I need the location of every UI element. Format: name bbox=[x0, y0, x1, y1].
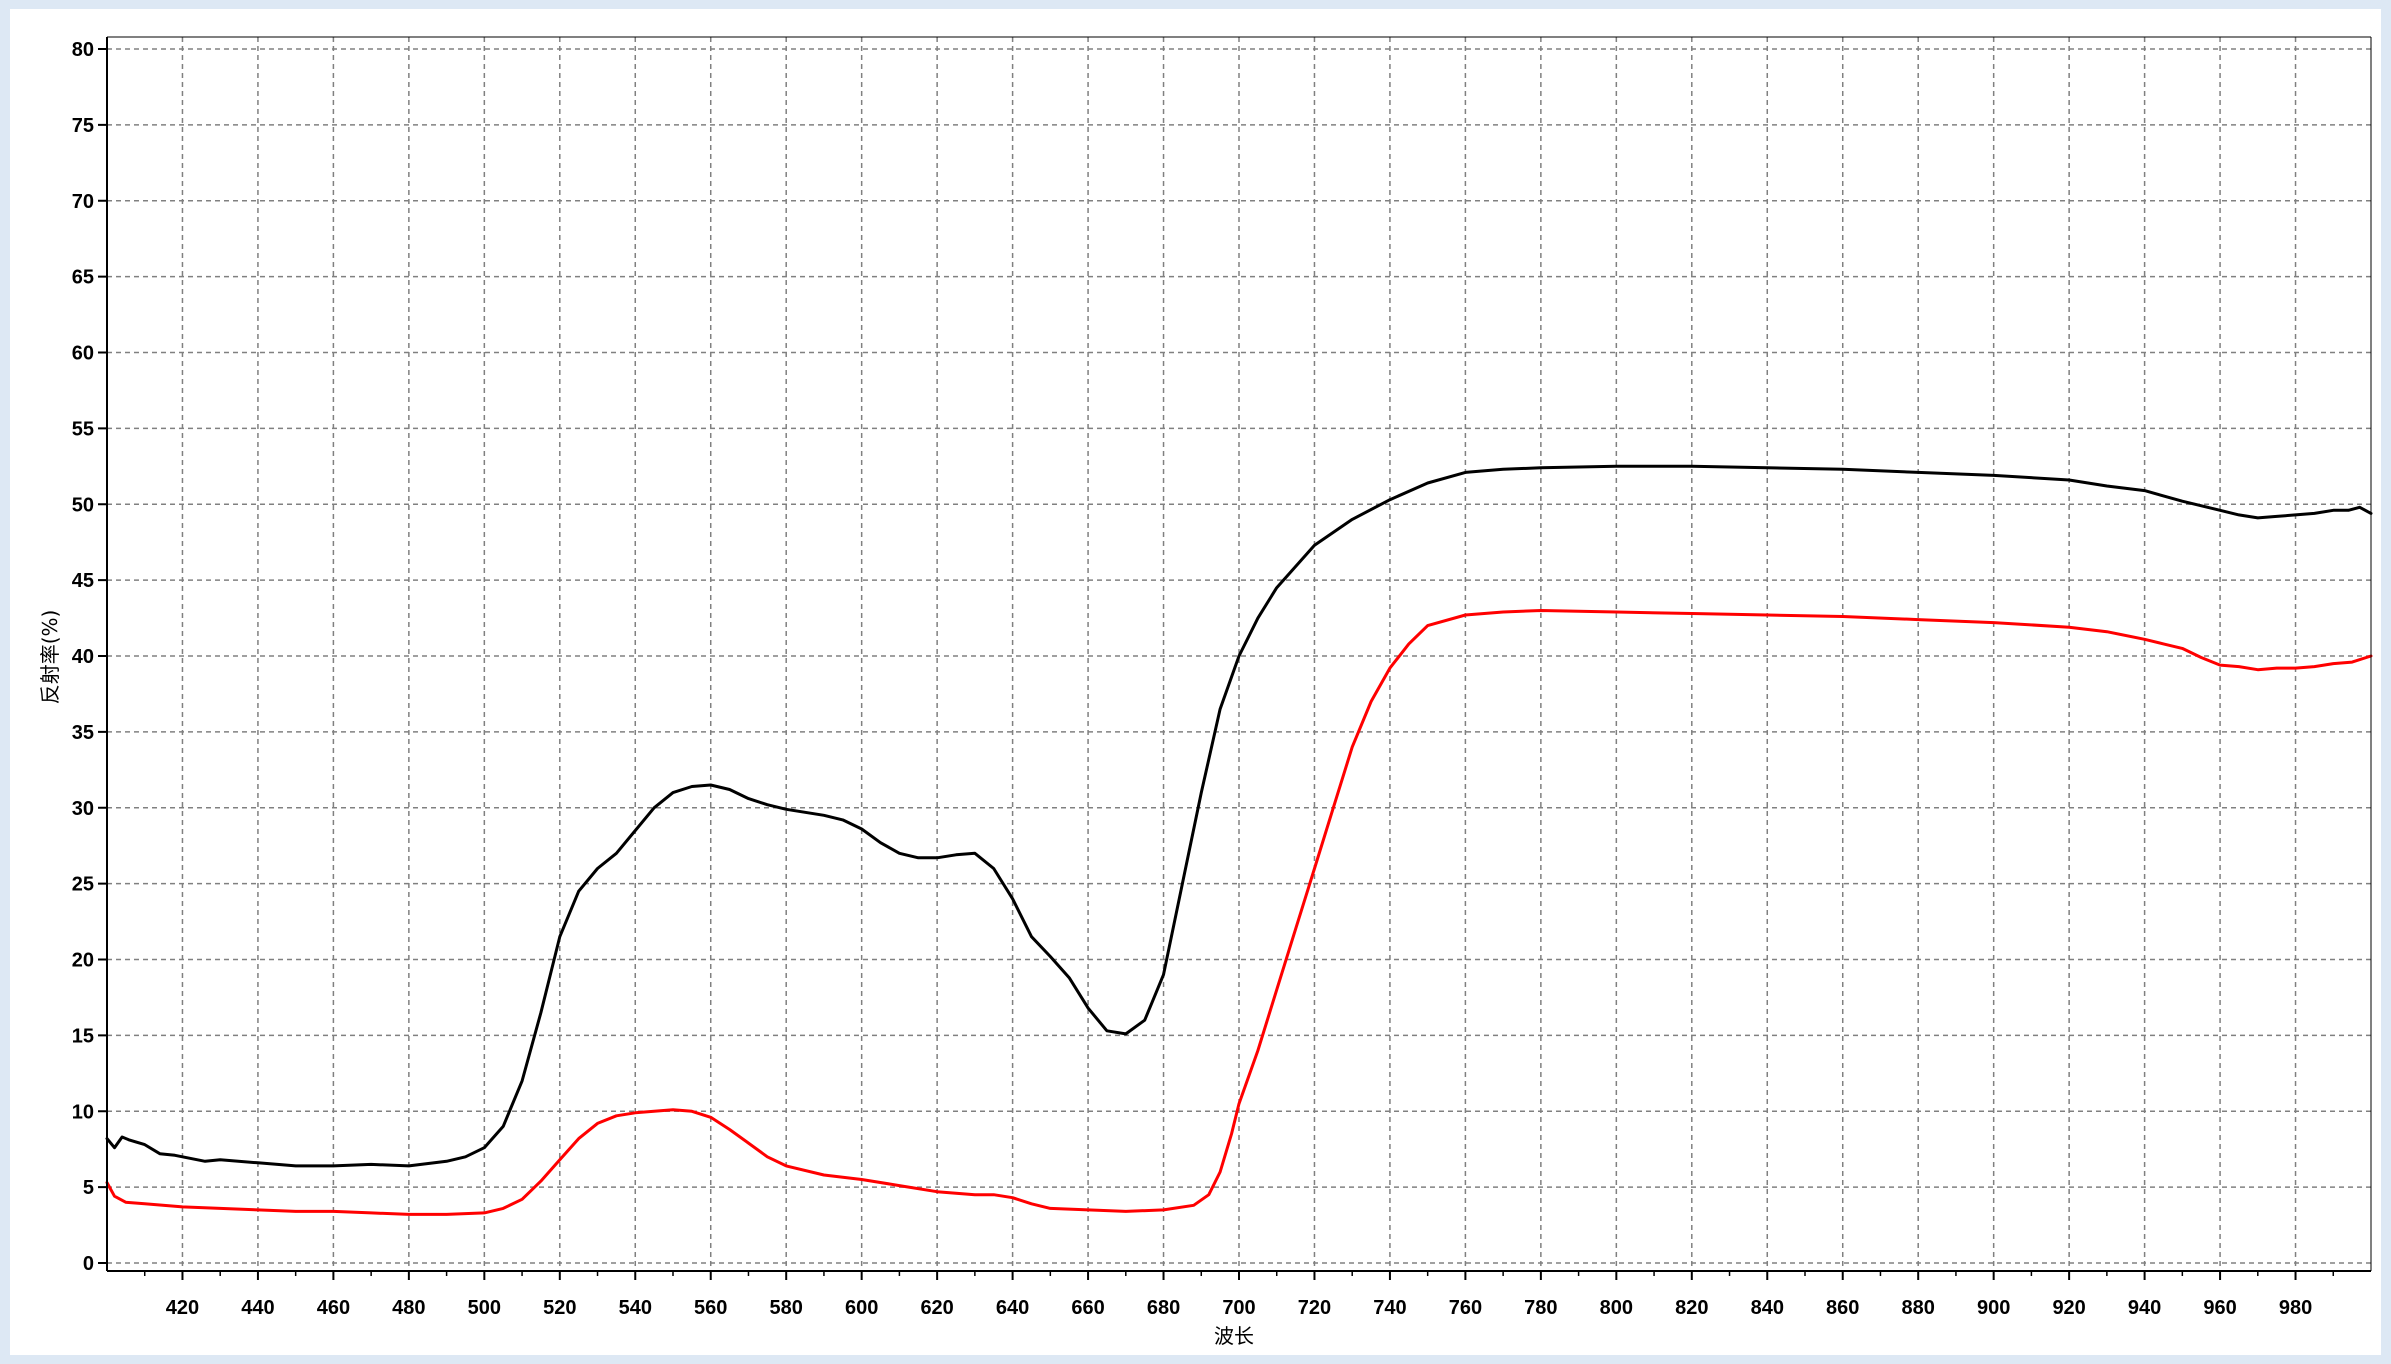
y-tick-label: 50 bbox=[72, 494, 94, 516]
x-tick-label: 720 bbox=[1298, 1297, 1331, 1319]
y-tick-label: 60 bbox=[72, 343, 94, 365]
y-tick-label: 25 bbox=[72, 874, 94, 896]
x-tick-label: 600 bbox=[845, 1297, 878, 1319]
x-tick-label: 960 bbox=[2203, 1297, 2236, 1319]
y-tick-label: 5 bbox=[83, 1177, 94, 1199]
x-tick-label: 460 bbox=[317, 1297, 350, 1319]
y-tick-label: 45 bbox=[72, 570, 94, 592]
x-tick-label: 500 bbox=[468, 1297, 501, 1319]
x-tick-label: 800 bbox=[1600, 1297, 1633, 1319]
x-tick-label: 440 bbox=[241, 1297, 274, 1319]
x-tick-label: 840 bbox=[1751, 1297, 1784, 1319]
y-tick-label: 0 bbox=[83, 1253, 94, 1275]
x-tick-label: 740 bbox=[1373, 1297, 1406, 1319]
x-tick-label: 580 bbox=[770, 1297, 803, 1319]
y-tick-label: 75 bbox=[72, 115, 94, 137]
y-tick-label: 55 bbox=[72, 418, 94, 440]
y-tick-label: 40 bbox=[72, 646, 94, 668]
x-tick-label: 860 bbox=[1826, 1297, 1859, 1319]
chart-frame: 420 440 460 480 500 520 540 560 580 600 620 640 660 6… bbox=[10, 9, 2381, 1355]
y-tick-label: 70 bbox=[72, 191, 94, 213]
y-axis-title: 反射率(%) bbox=[38, 610, 62, 705]
x-tick-label: 420 bbox=[166, 1297, 199, 1319]
x-tick-label: 760 bbox=[1449, 1297, 1482, 1319]
reflectance-chart: 420 440 460 480 500 520 540 560 580 600 620 640 660 6… bbox=[10, 9, 2381, 1355]
x-tick-label: 880 bbox=[1902, 1297, 1935, 1319]
x-axis-title: 波长 bbox=[1214, 1324, 1254, 1348]
y-tick-label: 15 bbox=[72, 1025, 94, 1047]
x-tick-label: 520 bbox=[543, 1297, 576, 1319]
y-tick-label: 10 bbox=[72, 1101, 94, 1123]
y-tick-label: 35 bbox=[72, 722, 94, 744]
x-tick-label: 540 bbox=[619, 1297, 652, 1319]
x-tick-label: 640 bbox=[996, 1297, 1029, 1319]
x-tick-label: 940 bbox=[2128, 1297, 2161, 1319]
y-tick-label: 30 bbox=[72, 798, 94, 820]
x-tick-label: 700 bbox=[1222, 1297, 1255, 1319]
x-tick-label: 980 bbox=[2279, 1297, 2312, 1319]
x-tick-label: 780 bbox=[1524, 1297, 1557, 1319]
x-tick-label: 680 bbox=[1147, 1297, 1180, 1319]
x-tick-label: 820 bbox=[1675, 1297, 1708, 1319]
x-tick-label: 660 bbox=[1071, 1297, 1104, 1319]
x-tick-label: 620 bbox=[920, 1297, 953, 1319]
plot-background bbox=[10, 9, 2381, 1355]
x-tick-label: 920 bbox=[2052, 1297, 2085, 1319]
y-tick-label: 20 bbox=[72, 950, 94, 972]
y-tick-label: 80 bbox=[72, 39, 94, 61]
x-tick-label: 900 bbox=[1977, 1297, 2010, 1319]
x-tick-label: 560 bbox=[694, 1297, 727, 1319]
x-tick-label: 480 bbox=[392, 1297, 425, 1319]
y-tick-label: 65 bbox=[72, 267, 94, 289]
